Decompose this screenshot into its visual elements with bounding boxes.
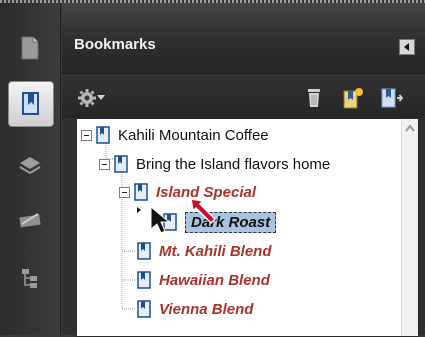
delete-bookmark-button[interactable] [302,86,326,110]
bookmark-hawaiian[interactable]: Hawaiian Blend [137,268,270,292]
bookmarks-panel: Bookmarks Kahili Mountain Coffee Bring t… [62,3,425,337]
bookmarks-icon[interactable] [8,81,54,127]
collapse-toggle[interactable] [81,129,92,141]
signatures-icon[interactable] [13,203,47,237]
pages-icon[interactable] [13,31,47,65]
move-arrow-icon [190,198,217,225]
expand-bookmark-button[interactable] [378,86,406,110]
navigation-sidebar [0,3,61,335]
triangle-left-icon [404,43,409,51]
drag-cursor-icon [150,205,171,234]
bookmark-label: Hawaiian Blend [159,271,270,289]
bookmark-icon [137,242,151,260]
layers-icon[interactable] [13,148,47,182]
trash-icon [308,89,320,107]
bookmark-vienna[interactable]: Vienna Blend [137,297,253,321]
chevron-down-icon [97,95,105,100]
bookmark-label: Bring the Island flavors home [136,155,331,173]
vertical-scrollbar[interactable] [401,119,418,336]
scroll-up-icon[interactable] [404,123,416,133]
collapse-toggle[interactable] [119,186,130,198]
model-tree-icon[interactable] [13,261,47,295]
bookmark-label: Mt. Kahili Blend [159,242,272,260]
bookmark-icon [96,126,110,144]
bookmark-root[interactable]: Kahili Mountain Coffee [81,123,269,147]
new-bookmark-icon [343,88,363,109]
expand-bookmark-icon [381,88,404,108]
gear-icon [78,89,96,107]
bookmark-mt-kahili[interactable]: Mt. Kahili Blend [137,239,272,263]
bookmark-icon [114,155,128,173]
panel-title: Bookmarks [74,36,156,53]
bookmarks-toolbar [62,74,425,118]
bookmark-child[interactable]: Bring the Island flavors home [99,152,330,176]
bookmark-icon [137,300,151,318]
bookmark-icon [137,271,151,289]
new-bookmark-button[interactable] [340,86,366,110]
bookmarks-tree: Kahili Mountain Coffee Bring the Island … [76,118,419,337]
collapse-toggle[interactable] [99,158,110,170]
collapse-panel-button[interactable] [399,39,415,55]
panel-header: Bookmarks [62,3,425,74]
bookmark-label: Vienna Blend [159,300,254,318]
bookmark-label: Kahili Mountain Coffee [118,126,269,144]
options-menu-button[interactable] [74,86,108,110]
bookmark-icon [134,183,148,201]
